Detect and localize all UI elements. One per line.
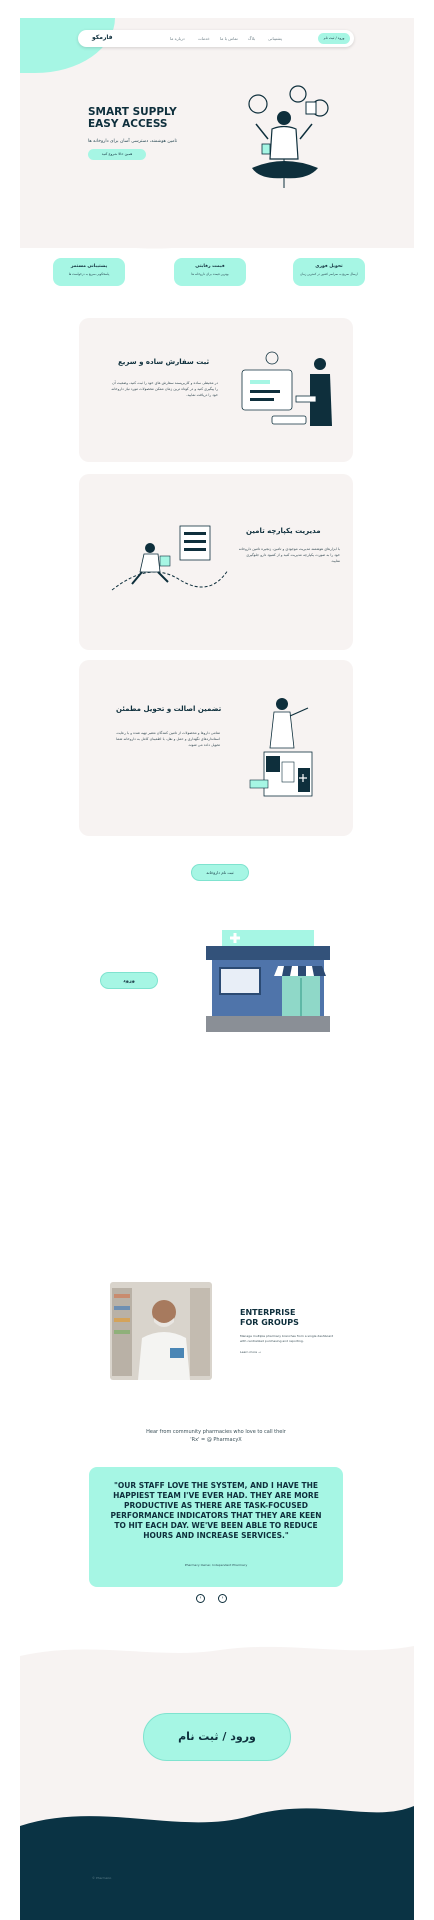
block-title-ordering: ثبت سفارش ساده و سریع: [118, 358, 210, 366]
testimonials-heading-line1: Hear from community pharmacies who love …: [146, 1429, 286, 1435]
testimonial-quote: "OUR STAFF LOVE THE SYSTEM, AND I HAVE T…: [110, 1481, 322, 1540]
feature-subtitle: پاسخگویی سریع به درخواست ها: [68, 272, 110, 276]
feature-title: پشتیبانی مستمر: [70, 264, 108, 269]
store-login-button[interactable]: ورود: [100, 972, 158, 989]
hero-wave-divider: [20, 228, 414, 249]
hero-title-line2: EASY ACCESS: [88, 118, 168, 130]
pharmacist-illustration: [249, 698, 313, 797]
enterprise-title-line2: FOR GROUPS: [240, 1318, 299, 1327]
top-navbar: [78, 30, 354, 47]
nav-link-1[interactable]: درباره ما: [170, 36, 185, 41]
prev-arrow-icon[interactable]: ‹: [196, 1594, 205, 1603]
pharmacist-photo: [110, 1282, 212, 1380]
brand-logo[interactable]: فارمکو: [92, 34, 113, 41]
hero-illustration: [248, 85, 329, 188]
enterprise-learn-more-link[interactable]: Learn more →: [240, 1350, 261, 1354]
feature-card-price: قیمت رقابتی بهترین قیمت برای داروخانه ها: [174, 258, 246, 286]
hero-cta-button[interactable]: همین حالا شروع کنید: [88, 149, 146, 160]
block-text-authenticity: تمامی داروها و محصولات از تامین کنندگان …: [116, 731, 220, 747]
feature-card-support: پشتیبانی مستمر پاسخگویی سریع به درخواست …: [53, 258, 125, 286]
nav-login-button[interactable]: ورود / ثبت نام: [318, 33, 350, 44]
next-arrow-icon[interactable]: ›: [218, 1594, 227, 1603]
supply-illustration: [111, 525, 229, 591]
nav-link-3[interactable]: تماس با ما: [220, 36, 238, 41]
feature-subtitle: بهترین قیمت برای داروخانه ها: [191, 272, 229, 276]
footer-background: [20, 1646, 414, 1920]
feature-title: قیمت رقابتی: [195, 264, 225, 269]
enterprise-title: ENTERPRISE FOR GROUPS: [240, 1308, 299, 1328]
pharmacy-store-icon: [206, 930, 330, 1032]
block-title-authenticity: تضمین اصالت و تحویل مطمئن: [116, 705, 222, 713]
nav-link-2[interactable]: خدمات: [198, 36, 210, 41]
register-pharmacy-button[interactable]: ثبت نام داروخانه: [191, 864, 249, 881]
testimonial-author: Pharmacy Owner, Independent Pharmacy: [184, 1563, 248, 1567]
ordering-illustration: [241, 351, 332, 426]
testimonial-card: "OUR STAFF LOVE THE SYSTEM, AND I HAVE T…: [89, 1467, 343, 1587]
testimonials-heading-line2: 'Rx' = @ PharmacyX: [190, 1437, 242, 1443]
block-text-supply: با ابزارهای هوشمند مدیریت موجودی و تامین…: [238, 547, 340, 563]
hero-title-line1: SMART SUPPLY: [88, 106, 177, 118]
nav-link-5[interactable]: پشتیبانی: [268, 36, 282, 41]
enterprise-text: Manage multiple pharmacy branches from a…: [240, 1334, 334, 1343]
hero-title: SMART SUPPLY EASY ACCESS: [88, 106, 177, 130]
testimonials-heading: Hear from community pharmacies who love …: [110, 1428, 322, 1444]
block-title-supply: مدیریت یکپارچه تامین: [246, 527, 321, 535]
feature-card-delivery: تحویل فوری ارسال سریع به سراسر کشور در ک…: [293, 258, 365, 286]
enterprise-title-line1: ENTERPRISE: [240, 1308, 296, 1317]
footer-copyright: © PharmaCo: [92, 1876, 112, 1880]
feature-subtitle: ارسال سریع به سراسر کشور در کمترین زمان: [300, 272, 358, 276]
hero-subtitle: تامین هوشمند، دسترسی آسان برای داروخانه …: [88, 139, 178, 144]
footer-login-button[interactable]: ورود / ثبت نام: [143, 1713, 291, 1761]
nav-link-4[interactable]: بلاگ: [248, 36, 255, 41]
feature-title: تحویل فوری: [315, 264, 343, 269]
block-text-ordering: در محیطی ساده و کاربرپسند سفارش های خود …: [111, 381, 218, 397]
